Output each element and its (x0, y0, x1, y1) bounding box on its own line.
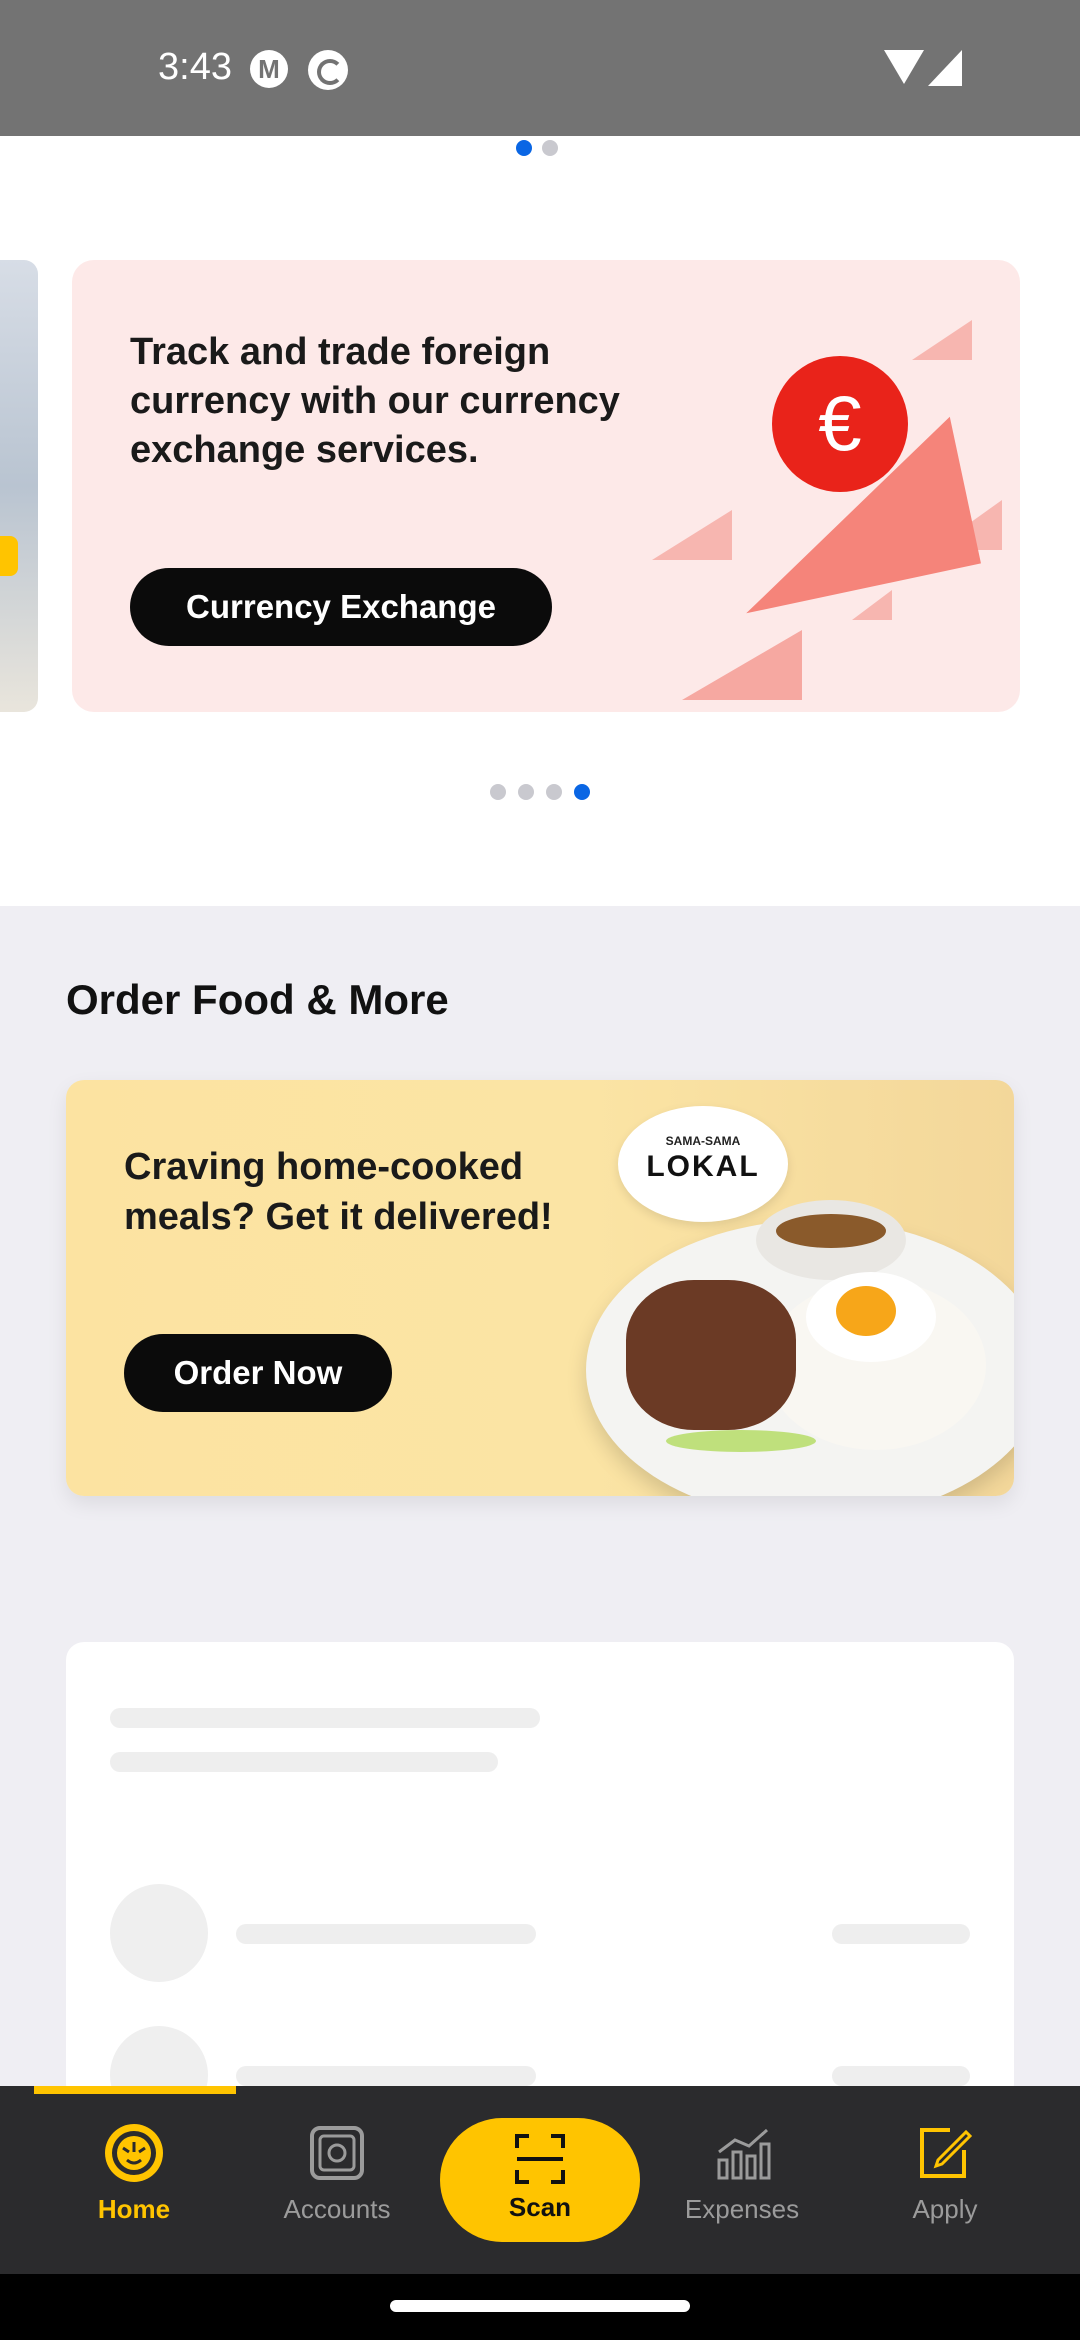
order-food-card[interactable]: SAMA-SAMA LOKAL Craving home-cooked meal… (66, 1080, 1014, 1496)
chart-icon (717, 2128, 771, 2180)
wifi-icon (884, 50, 924, 84)
previous-banner-peek[interactable] (0, 260, 38, 712)
status-time: 3:43 (158, 46, 232, 88)
sync-icon (308, 50, 348, 90)
skeleton-line (832, 1924, 970, 1944)
euro-icon: € (772, 356, 908, 492)
food-card-text: Craving home-cooked meals? Get it delive… (124, 1146, 553, 1238)
nav-label: Apply (912, 2194, 978, 2224)
skeleton-avatar (110, 1884, 208, 1982)
paper-plane-graphic (652, 510, 732, 560)
pager-dot[interactable] (542, 140, 558, 156)
edit-icon (920, 2128, 973, 2178)
skeleton-line (110, 1708, 540, 1728)
nav-label: Expenses (684, 2194, 800, 2224)
paper-plane-graphic (682, 630, 802, 700)
carousel-dot[interactable] (518, 784, 534, 800)
skeleton-line (236, 2066, 536, 2086)
egg-graphic (806, 1272, 936, 1362)
order-now-button[interactable]: Order Now (124, 1334, 392, 1412)
carousel-pager-dots (490, 784, 590, 800)
logo-big-text: LOKAL (646, 1150, 760, 1183)
carousel-dot[interactable] (490, 784, 506, 800)
pager-dot[interactable] (516, 140, 532, 156)
logo-small-text: SAMA-SAMA (665, 1134, 741, 1148)
skeleton-line (236, 1924, 536, 1944)
active-tab-indicator (34, 2086, 236, 2094)
banner-text: Track and trade foreign currency with ou… (130, 331, 620, 471)
nav-label: Home (97, 2194, 171, 2224)
skeleton-line (110, 1752, 498, 1772)
skeleton-line (832, 2066, 970, 2086)
nav-home[interactable]: Home (34, 2122, 234, 2225)
safe-icon (310, 2126, 364, 2180)
section-title: Order Food & More (66, 976, 449, 1023)
loading-skeleton-card (66, 1642, 1014, 2102)
home-gesture-bar[interactable] (390, 2300, 690, 2312)
nav-label: Accounts (283, 2194, 391, 2224)
top-pager-dots (516, 140, 558, 156)
banner-tag (0, 536, 18, 576)
nav-apply[interactable]: Apply (845, 2122, 1045, 2225)
sama-sama-lokal-logo: SAMA-SAMA LOKAL (618, 1106, 788, 1222)
paper-plane-graphic (912, 320, 972, 360)
scan-icon (515, 2134, 565, 2184)
chicken-graphic (626, 1280, 796, 1430)
tiger-icon (105, 2124, 163, 2182)
signal-icon (928, 50, 962, 86)
sauce-bowl-graphic (756, 1200, 906, 1280)
nav-expenses[interactable]: Expenses (642, 2122, 842, 2225)
carousel-dot[interactable] (546, 784, 562, 800)
currency-exchange-button[interactable]: Currency Exchange (130, 568, 552, 646)
paper-plane-graphic (852, 590, 892, 620)
carousel-dot[interactable] (574, 784, 590, 800)
status-bar: 3:43 M (0, 0, 1080, 136)
nav-scan[interactable]: Scan (440, 2118, 640, 2242)
nav-label: Scan (508, 2192, 572, 2222)
nav-accounts[interactable]: Accounts (237, 2122, 437, 2225)
currency-exchange-banner[interactable]: € Track and trade foreign currency with … (72, 260, 1020, 712)
motorola-icon: M (250, 50, 288, 88)
cucumber-graphic (666, 1430, 816, 1452)
